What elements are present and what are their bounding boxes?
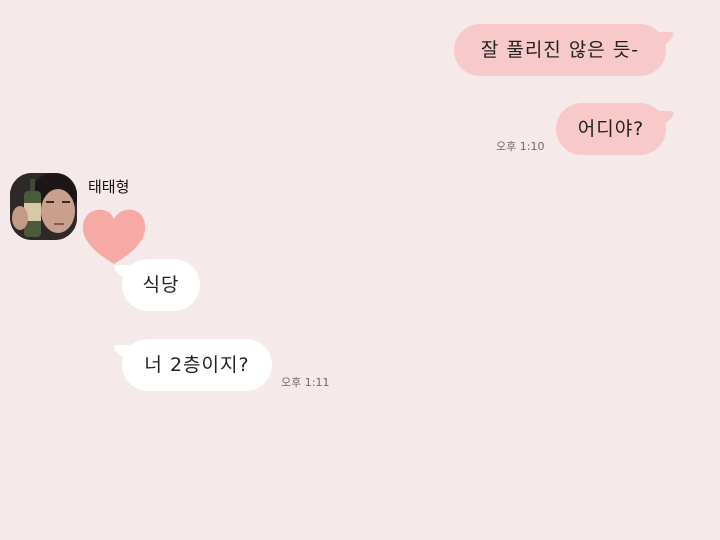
incoming-message-bubble[interactable]: 식당 xyxy=(122,259,200,311)
avatar[interactable] xyxy=(10,173,77,240)
message-timestamp: 오후 1:10 xyxy=(496,140,545,153)
outgoing-message-bubble[interactable]: 어디야? xyxy=(556,103,666,155)
message-text: 어디야? xyxy=(577,118,645,140)
heart-icon xyxy=(80,206,148,268)
profile-photo xyxy=(10,173,77,240)
incoming-message-bubble[interactable]: 너 2층이지? xyxy=(122,339,272,391)
message-text: 너 2층이지? xyxy=(144,354,250,376)
message-text: 잘 풀리진 않은 듯- xyxy=(480,39,640,61)
message-text: 식당 xyxy=(142,274,180,296)
sender-name: 태태형 xyxy=(88,178,130,196)
message-timestamp: 오후 1:11 xyxy=(281,376,330,389)
outgoing-message-bubble[interactable]: 잘 풀리진 않은 듯- xyxy=(454,24,666,76)
